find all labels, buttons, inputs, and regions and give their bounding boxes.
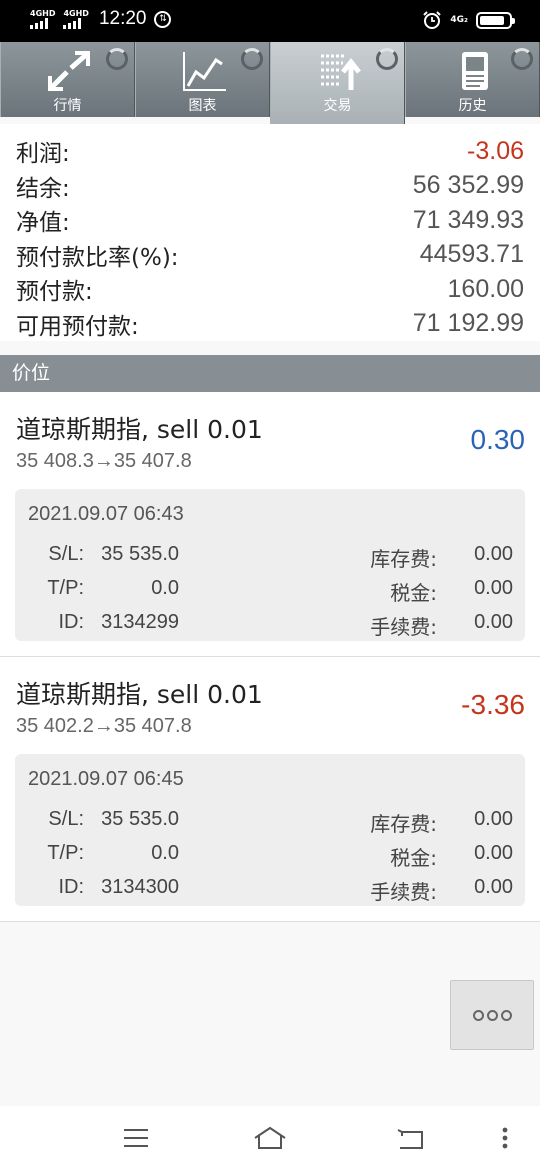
profit-value: -3.06 xyxy=(467,136,524,165)
position-open-time: 2021.09.07 06:43 xyxy=(28,503,184,525)
signal-label: 4GHD xyxy=(63,9,89,18)
tp-value: 0.0 xyxy=(151,842,179,864)
sl-value: 35 535.0 xyxy=(101,543,179,565)
id-value: 3134299 xyxy=(101,611,179,633)
detail-row: S/L: 35 535.0 库存费: 0.00 xyxy=(15,808,525,838)
sl-label: S/L: xyxy=(48,543,84,565)
tax-value: 0.00 xyxy=(474,842,513,864)
position-profit: 0.30 xyxy=(470,424,526,455)
loading-spinner-icon xyxy=(511,48,533,70)
summary-row-profit: 利润: -3.06 xyxy=(16,134,524,169)
balance-value: 56 352.99 xyxy=(412,171,524,200)
margin-value: 160.00 xyxy=(447,274,524,303)
free-margin-value: 71 192.99 xyxy=(412,309,524,338)
detail-row: ID: 3134299 手续费: 0.00 xyxy=(15,611,525,641)
tab-label: 交易 xyxy=(323,98,352,114)
more-vertical-icon[interactable] xyxy=(498,1124,512,1152)
detail-row: T/P: 0.0 税金: 0.00 xyxy=(15,577,525,607)
summary-row-equity: 净值: 71 349.93 xyxy=(16,203,524,238)
position-item[interactable]: 道琼斯期指, sell 0.01 35 402.2→35 407.8 -3.36… xyxy=(0,657,540,922)
tab-quotes[interactable]: 行情 xyxy=(0,42,135,117)
profit-label: 利润: xyxy=(16,141,70,168)
position-open-time: 2021.09.07 06:45 xyxy=(28,768,184,790)
menu-icon[interactable] xyxy=(122,1124,150,1152)
data-transfer-icon: ⇅ xyxy=(154,10,172,28)
positions-list: 道琼斯期指, sell 0.01 35 408.3→35 407.8 0.30 … xyxy=(0,392,540,922)
position-profit: -3.36 xyxy=(461,689,525,720)
id-label: ID: xyxy=(58,876,84,898)
tab-trade[interactable]: 交易 xyxy=(270,42,405,124)
tab-label: 行情 xyxy=(53,98,82,114)
sl-label: S/L: xyxy=(48,808,84,830)
summary-row-free-margin: 可用预付款: 71 192.99 xyxy=(16,307,524,342)
margin-label: 预付款: xyxy=(16,279,93,306)
swap-value: 0.00 xyxy=(474,543,513,565)
summary-row-balance: 结余: 56 352.99 xyxy=(16,169,524,204)
position-details: 2021.09.07 06:43 S/L: 35 535.0 库存费: 0.00… xyxy=(15,489,525,641)
position-prices: 35 402.2→35 407.8 xyxy=(16,715,192,737)
tab-bar: 行情 图表 交易 历史 xyxy=(0,42,540,124)
margin-level-label: 预付款比率(%): xyxy=(16,244,179,271)
swap-label: 库存费: xyxy=(370,547,437,571)
dot-icon xyxy=(472,1009,484,1021)
fee-label: 手续费: xyxy=(370,615,437,639)
tab-charts[interactable]: 图表 xyxy=(135,42,270,117)
summary-row-margin-level: 预付款比率(%): 44593.71 xyxy=(16,238,524,273)
id-label: ID: xyxy=(58,611,84,633)
loading-spinner-icon xyxy=(376,48,398,70)
tax-label: 税金: xyxy=(390,846,437,870)
tab-history[interactable]: 历史 xyxy=(405,42,540,117)
summary-row-margin: 预付款: 160.00 xyxy=(16,272,524,307)
free-margin-label: 可用预付款: xyxy=(16,313,139,340)
history-doc-icon xyxy=(462,52,488,90)
position-title: 道琼斯期指, sell 0.01 xyxy=(16,680,263,709)
network-indicator: 4G₂ xyxy=(450,15,468,25)
tab-label: 历史 xyxy=(458,98,487,114)
swap-label: 库存费: xyxy=(370,812,437,836)
clock: 12:20 xyxy=(98,8,147,29)
home-icon[interactable] xyxy=(252,1124,288,1152)
signal-icon: 4GHD xyxy=(30,9,55,29)
margin-level-value: 44593.71 xyxy=(419,240,524,269)
fee-value: 0.00 xyxy=(474,876,513,898)
trade-list-icon xyxy=(321,54,361,90)
detail-row: T/P: 0.0 税金: 0.00 xyxy=(15,842,525,872)
fee-value: 0.00 xyxy=(474,611,513,633)
tax-value: 0.00 xyxy=(474,577,513,599)
system-nav-bar xyxy=(0,1106,540,1170)
position-item[interactable]: 道琼斯期指, sell 0.01 35 408.3→35 407.8 0.30 … xyxy=(0,392,540,657)
sl-value: 35 535.0 xyxy=(101,808,179,830)
signal-icon: 4GHD xyxy=(63,9,89,29)
loading-spinner-icon xyxy=(241,48,263,70)
account-summary: 利润: -3.06 结余: 56 352.99 净值: 71 349.93 预付… xyxy=(0,124,540,341)
position-prices: 35 408.3→35 407.8 xyxy=(16,450,192,472)
dot-icon xyxy=(500,1009,512,1021)
battery-icon xyxy=(476,11,515,29)
tab-label: 图表 xyxy=(188,98,217,114)
quotes-arrows-icon xyxy=(48,51,90,91)
fee-label: 手续费: xyxy=(370,880,437,904)
balance-label: 结余: xyxy=(16,175,70,202)
dot-icon xyxy=(486,1009,498,1021)
tax-label: 税金: xyxy=(390,581,437,605)
tp-value: 0.0 xyxy=(151,577,179,599)
status-bar: 4GHD 4GHD 12:20 ⇅ 4G₂ xyxy=(0,0,540,42)
loading-spinner-icon xyxy=(106,48,128,70)
chart-line-icon xyxy=(183,52,226,91)
back-icon[interactable] xyxy=(396,1124,426,1152)
tp-label: T/P: xyxy=(47,577,84,599)
tp-label: T/P: xyxy=(47,842,84,864)
detail-row: ID: 3134300 手续费: 0.00 xyxy=(15,876,525,906)
id-value: 3134300 xyxy=(101,876,179,898)
more-options-button[interactable] xyxy=(450,980,534,1050)
detail-row: S/L: 35 535.0 库存费: 0.00 xyxy=(15,543,525,573)
positions-section-header: 价位 xyxy=(0,355,540,392)
swap-value: 0.00 xyxy=(474,808,513,830)
position-title: 道琼斯期指, sell 0.01 xyxy=(16,415,263,444)
signal-label: 4GHD xyxy=(30,9,56,18)
equity-label: 净值: xyxy=(16,210,70,237)
equity-value: 71 349.93 xyxy=(412,205,524,234)
position-details: 2021.09.07 06:45 S/L: 35 535.0 库存费: 0.00… xyxy=(15,754,525,906)
alarm-icon xyxy=(423,11,442,29)
